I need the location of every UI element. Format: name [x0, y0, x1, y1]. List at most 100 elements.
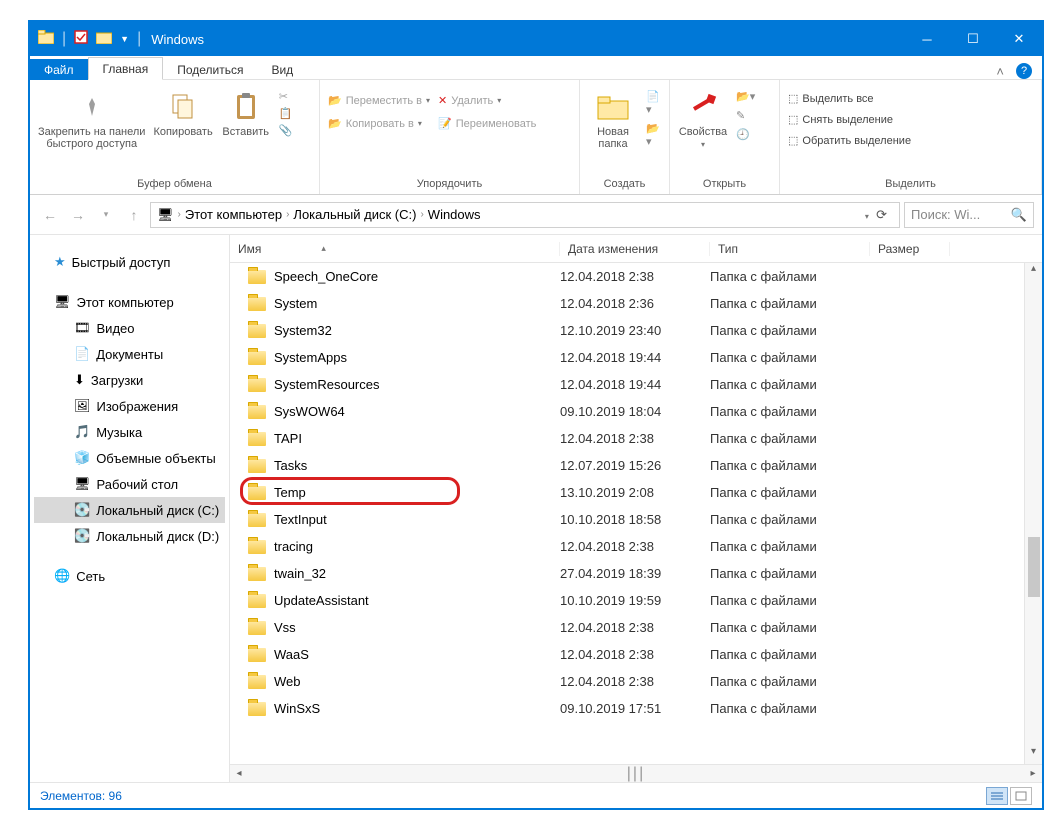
file-row[interactable]: WaaS12.04.2018 2:38Папка с файлами: [230, 641, 1042, 668]
file-row[interactable]: Speech_OneCore12.04.2018 2:38Папка с фай…: [230, 263, 1042, 290]
group-open-label: Открыть: [678, 175, 771, 190]
breadcrumb-item[interactable]: Этот компьютер: [185, 207, 282, 222]
file-row[interactable]: TextInput10.10.2018 18:58Папка с файлами: [230, 506, 1042, 533]
sidebar-item[interactable]: 🎞Видео: [34, 315, 225, 341]
copy-to-button[interactable]: 📂Копировать в ▾: [328, 115, 430, 132]
paste-button[interactable]: Вставить: [221, 84, 271, 138]
select-none-button[interactable]: ⬚Снять выделение: [788, 111, 911, 128]
file-row[interactable]: SystemApps12.04.2018 19:44Папка с файлам…: [230, 344, 1042, 371]
pin-quick-access-button[interactable]: Закрепить на панели быстрого доступа: [38, 84, 145, 150]
tab-share[interactable]: Поделиться: [163, 59, 257, 80]
nav-recent-button[interactable]: ▾: [94, 203, 118, 227]
file-row[interactable]: Tasks12.07.2019 15:26Папка с файлами: [230, 452, 1042, 479]
explorer-window: | ▼ | Windows ─ ☐ ✕ Файл Главная Поделит…: [28, 20, 1044, 810]
item-label: Музыка: [96, 425, 142, 440]
delete-button[interactable]: ✕Удалить ▾: [438, 92, 536, 109]
scroll-up-icon[interactable]: ▴: [1025, 263, 1042, 281]
sidebar-item[interactable]: 🖼Изображения: [34, 393, 225, 419]
file-name: System32: [274, 323, 332, 338]
close-button[interactable]: ✕: [996, 22, 1042, 56]
maximize-button[interactable]: ☐: [950, 22, 996, 56]
edit-icon[interactable]: ✎: [736, 109, 755, 122]
item-icon: 📄: [74, 346, 90, 362]
sidebar-item[interactable]: 💽Локальный диск (D:): [34, 523, 225, 549]
sidebar-network[interactable]: 🌐Сеть: [34, 563, 225, 589]
search-input[interactable]: Поиск: Wi... 🔍: [904, 202, 1034, 228]
sidebar-item[interactable]: 🧊Объемные объекты: [34, 445, 225, 471]
folder-icon: [248, 378, 266, 392]
nav-back-button[interactable]: ←: [38, 203, 62, 227]
collapse-ribbon-icon[interactable]: ˄: [996, 64, 1004, 79]
easy-access-icon[interactable]: 📂▾: [646, 122, 661, 148]
chevron-down-icon[interactable]: ▾: [865, 212, 869, 221]
item-icon: 🖼: [74, 398, 91, 414]
folder-icon: [248, 486, 266, 500]
nav-up-button[interactable]: ↑: [122, 203, 146, 227]
open-icon[interactable]: 📂▾: [736, 90, 755, 103]
item-icon: 🎞: [74, 320, 91, 336]
file-row[interactable]: Web12.04.2018 2:38Папка с файлами: [230, 668, 1042, 695]
sidebar-item[interactable]: 💽Локальный диск (C:): [34, 497, 225, 523]
file-row[interactable]: twain_3227.04.2019 18:39Папка с файлами: [230, 560, 1042, 587]
col-date[interactable]: Дата изменения: [560, 242, 710, 256]
cut-button[interactable]: ✂: [279, 88, 293, 105]
select-all-button[interactable]: ⬚Выделить все: [788, 90, 911, 107]
details-view-button[interactable]: [986, 787, 1008, 805]
sidebar-this-pc[interactable]: 🖥Этот компьютер: [34, 289, 225, 315]
col-type[interactable]: Тип: [710, 242, 870, 256]
pc-icon: 🖥: [54, 294, 71, 310]
help-icon[interactable]: ?: [1016, 63, 1032, 79]
minimize-button[interactable]: ─: [904, 22, 950, 56]
copy-path-button[interactable]: 📋: [279, 105, 293, 122]
breadcrumb[interactable]: 🖥 › Этот компьютер › Локальный диск (C:)…: [150, 202, 900, 228]
sidebar-quick-access[interactable]: ★Быстрый доступ: [34, 249, 225, 275]
move-to-button[interactable]: 📂Переместить в ▾: [328, 92, 430, 109]
folder-icon: [248, 513, 266, 527]
scroll-down-icon[interactable]: ▾: [1025, 746, 1042, 764]
large-icons-view-button[interactable]: [1010, 787, 1032, 805]
sidebar-item[interactable]: 📄Документы: [34, 341, 225, 367]
file-date: 12.10.2019 23:40: [560, 323, 710, 338]
file-row[interactable]: UpdateAssistant10.10.2019 19:59Папка с ф…: [230, 587, 1042, 614]
nav-forward-button[interactable]: →: [66, 203, 90, 227]
qat-dropdown-icon[interactable]: ▼: [120, 34, 129, 44]
sidebar-item[interactable]: ⬇Загрузки: [34, 367, 225, 393]
history-icon[interactable]: 🕘: [736, 128, 755, 141]
qat-new-folder-icon[interactable]: [96, 30, 112, 49]
breadcrumb-item[interactable]: Локальный диск (C:): [293, 207, 416, 222]
copy-to-icon: 📂: [328, 117, 342, 130]
file-row[interactable]: System3212.10.2019 23:40Папка с файлами: [230, 317, 1042, 344]
vertical-scrollbar[interactable]: ▴ ▾: [1024, 263, 1042, 764]
new-folder-button[interactable]: Новая папка: [588, 84, 638, 150]
col-name[interactable]: Имя▴: [230, 242, 560, 256]
new-item-icon[interactable]: 📄▾: [646, 90, 661, 116]
file-type: Папка с файлами: [710, 620, 870, 635]
col-size[interactable]: Размер: [870, 242, 950, 256]
refresh-icon[interactable]: ⟳: [876, 207, 887, 222]
sidebar-item[interactable]: 🎵Музыка: [34, 419, 225, 445]
file-row[interactable]: SysWOW6409.10.2019 18:04Папка с файлами: [230, 398, 1042, 425]
breadcrumb-item[interactable]: Windows: [428, 207, 481, 222]
tab-file[interactable]: Файл: [30, 59, 88, 80]
file-row[interactable]: WinSxS09.10.2019 17:51Папка с файлами: [230, 695, 1042, 722]
tab-home[interactable]: Главная: [88, 57, 164, 80]
paste-shortcut-button[interactable]: 📎: [279, 122, 293, 139]
invert-selection-button[interactable]: ⬚Обратить выделение: [788, 132, 911, 149]
qat-properties-icon[interactable]: [74, 30, 88, 49]
file-row[interactable]: SystemResources12.04.2018 19:44Папка с ф…: [230, 371, 1042, 398]
copy-button[interactable]: Копировать: [153, 84, 212, 138]
tab-view[interactable]: Вид: [257, 59, 307, 80]
sidebar-item[interactable]: 🖥Рабочий стол: [34, 471, 225, 497]
properties-button[interactable]: Свойства▾: [678, 84, 728, 149]
scroll-thumb[interactable]: [1028, 537, 1040, 597]
file-row[interactable]: Temp13.10.2019 2:08Папка с файлами: [230, 479, 1042, 506]
file-row[interactable]: Vss12.04.2018 2:38Папка с файлами: [230, 614, 1042, 641]
file-row[interactable]: tracing12.04.2018 2:38Папка с файлами: [230, 533, 1042, 560]
file-row[interactable]: System12.04.2018 2:36Папка с файлами: [230, 290, 1042, 317]
scroll-left-icon[interactable]: ◂: [230, 768, 248, 779]
ribbon-tabs: Файл Главная Поделиться Вид ˄ ?: [30, 56, 1042, 80]
rename-button[interactable]: 📝Переименовать: [438, 115, 536, 132]
horizontal-scrollbar[interactable]: ◂ ||| ▸: [230, 764, 1042, 782]
file-row[interactable]: TAPI12.04.2018 2:38Папка с файлами: [230, 425, 1042, 452]
scroll-right-icon[interactable]: ▸: [1024, 768, 1042, 779]
